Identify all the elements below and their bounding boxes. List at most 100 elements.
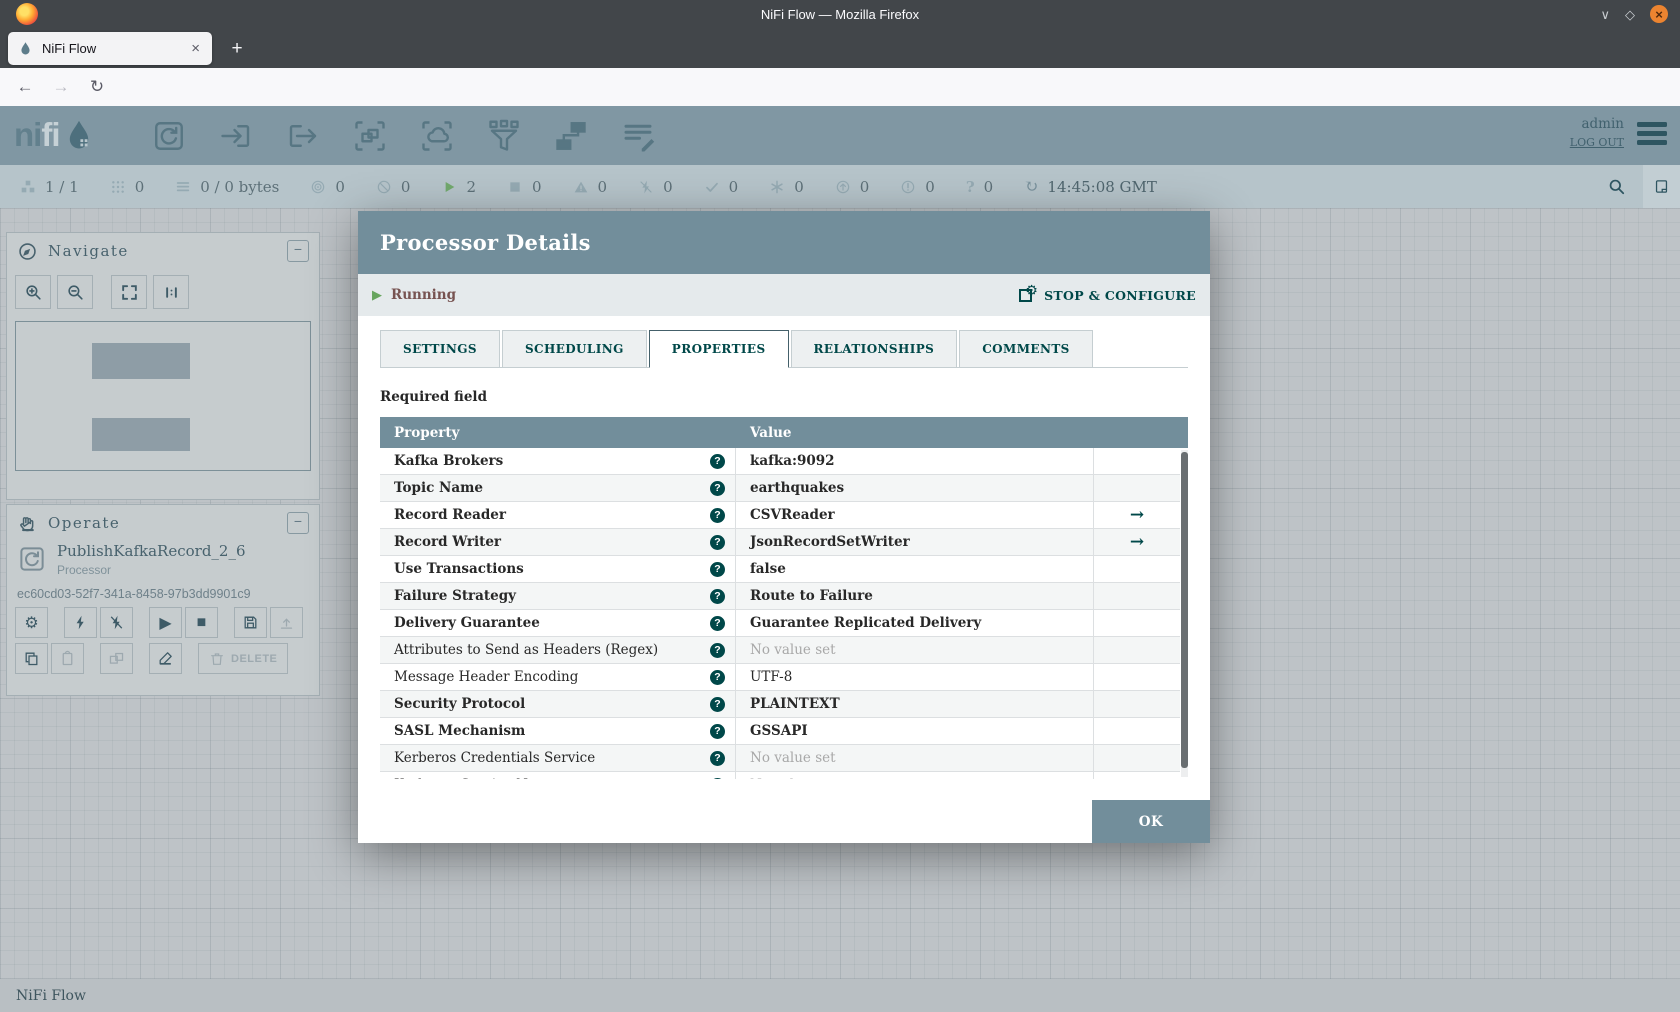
- scrollbar-thumb[interactable]: [1181, 452, 1188, 768]
- help-icon[interactable]: ?: [710, 507, 725, 523]
- tab-title: NiFi Flow: [42, 41, 97, 56]
- property-name: Record Writer: [394, 534, 502, 550]
- help-icon[interactable]: ?: [710, 642, 725, 658]
- drag-funnel-icon[interactable]: [485, 117, 523, 155]
- drag-input-port-icon[interactable]: [217, 117, 255, 155]
- property-name: Attributes to Send as Headers (Regex): [394, 642, 659, 658]
- running-icon: [441, 179, 457, 195]
- stop-configure-button[interactable]: STOP & CONFIGURE: [1019, 283, 1196, 303]
- table-scrollbar[interactable]: [1181, 450, 1188, 777]
- stopped-status: 0: [507, 178, 542, 196]
- nifi-favicon-icon: [18, 41, 33, 56]
- property-row: Kafka Brokers? kafka:9092: [380, 448, 1180, 475]
- settings-panel-button[interactable]: [1643, 165, 1680, 208]
- help-icon[interactable]: ?: [710, 588, 725, 604]
- disabled-status: 0: [638, 178, 673, 196]
- forward-button[interactable]: →: [48, 75, 74, 99]
- stale-icon: [835, 179, 851, 195]
- tab-settings[interactable]: SETTINGS: [380, 330, 500, 368]
- last-refresh: ↻ 14:45:08 GMT: [1024, 176, 1157, 197]
- property-value: No value set: [750, 642, 836, 658]
- tab-comments[interactable]: COMMENTS: [959, 330, 1093, 368]
- threads-icon: [110, 179, 126, 195]
- help-icon[interactable]: ?: [710, 561, 725, 577]
- processor-details-dialog: Processor Details ▶ Running STOP & CONFI…: [358, 211, 1210, 843]
- browser-tab-bar: NiFi Flow × +: [0, 28, 1680, 68]
- help-icon[interactable]: ?: [710, 669, 725, 685]
- property-value: CSVReader: [750, 507, 835, 523]
- property-row: Delivery Guarantee? Guarantee Replicated …: [380, 610, 1180, 637]
- nifi-header: ni fi admin LOG OUT: [0, 106, 1680, 165]
- tab-properties[interactable]: PROPERTIES: [648, 330, 789, 368]
- running-status-icon: ▶: [372, 287, 382, 302]
- back-button[interactable]: ←: [12, 75, 38, 99]
- property-value: JsonRecordSetWriter: [750, 534, 910, 550]
- drag-output-port-icon[interactable]: [284, 117, 322, 155]
- dialog-status-strip: ▶ Running STOP & CONFIGURE: [358, 274, 1210, 316]
- new-tab-button[interactable]: +: [224, 36, 250, 62]
- property-row: Kerberos Credentials Service? No value se…: [380, 745, 1180, 772]
- queued-icon: [175, 179, 191, 195]
- flow-canvas[interactable]: Navigate − Operate − PublishKafkaRecord_…: [0, 208, 1680, 1012]
- invalid-icon: [573, 179, 589, 195]
- tab-close-icon[interactable]: ×: [189, 40, 202, 57]
- global-menu-button[interactable]: [1637, 122, 1667, 145]
- help-icon[interactable]: ?: [710, 696, 725, 712]
- property-row: Security Protocol? PLAINTEXT: [380, 691, 1180, 718]
- window-close-button[interactable]: ×: [1650, 5, 1668, 23]
- property-row: Record Reader? CSVReader →: [380, 502, 1180, 529]
- help-icon[interactable]: ?: [710, 615, 725, 631]
- window-minimize-button[interactable]: ∨: [1600, 8, 1610, 21]
- property-value: Route to Failure: [750, 588, 873, 604]
- goto-service-icon[interactable]: →: [1130, 505, 1144, 525]
- window-titlebar: NiFi Flow — Mozilla Firefox ∨ ◇ ×: [0, 0, 1680, 28]
- browser-navbar: ← → ↻ https://172.18.0.3:32558/nifi/?pro…: [0, 68, 1680, 168]
- goto-service-icon[interactable]: →: [1130, 532, 1144, 552]
- transmitting-icon: [310, 179, 326, 195]
- property-value: kafka:9092: [750, 453, 835, 469]
- ok-button[interactable]: OK: [1092, 800, 1210, 843]
- reload-button[interactable]: ↻: [84, 75, 110, 99]
- help-icon[interactable]: ?: [710, 480, 725, 496]
- drag-label-icon[interactable]: [619, 117, 657, 155]
- drag-template-icon[interactable]: [552, 117, 590, 155]
- property-row: Use Transactions? false: [380, 556, 1180, 583]
- cluster-icon: [20, 179, 36, 195]
- threads-status: 0: [110, 178, 144, 196]
- help-icon[interactable]: ?: [710, 453, 725, 469]
- property-value: No value set: [750, 777, 836, 779]
- drag-process-group-icon[interactable]: [351, 117, 389, 155]
- window-title: NiFi Flow — Mozilla Firefox: [760, 6, 920, 22]
- sync-failure-status: ? 0: [965, 177, 994, 196]
- properties-table: Property Value Kafka Brokers? kafka:9092 T…: [380, 417, 1188, 779]
- property-row: Failure Strategy? Route to Failure: [380, 583, 1180, 610]
- help-icon[interactable]: ?: [710, 723, 725, 739]
- property-value: No value set: [750, 750, 836, 766]
- queued-status: 0 / 0 bytes: [175, 178, 279, 196]
- property-name: Use Transactions: [394, 561, 524, 577]
- window-maximize-button[interactable]: ◇: [1625, 8, 1635, 21]
- property-name: Record Reader: [394, 507, 506, 523]
- tab-scheduling[interactable]: SCHEDULING: [501, 330, 647, 368]
- up-to-date-icon: [704, 179, 720, 195]
- property-value: Guarantee Replicated Delivery: [750, 615, 982, 631]
- tab-relationships[interactable]: RELATIONSHIPS: [790, 330, 958, 368]
- property-row: Topic Name? earthquakes: [380, 475, 1180, 502]
- column-property: Property: [394, 424, 460, 441]
- locally-modified-status: 0: [769, 178, 804, 196]
- refresh-icon[interactable]: ↻: [1024, 177, 1038, 197]
- property-row: Attributes to Send as Headers (Regex)? No…: [380, 637, 1180, 664]
- browser-tab[interactable]: NiFi Flow ×: [8, 32, 212, 65]
- property-row: SASL Mechanism? GSSAPI: [380, 718, 1180, 745]
- stopped-icon: [507, 179, 523, 195]
- logout-link[interactable]: LOG OUT: [1570, 136, 1624, 149]
- search-icon[interactable]: [1607, 177, 1626, 196]
- stale-status: 0: [835, 178, 869, 196]
- help-icon[interactable]: ?: [710, 534, 725, 550]
- property-value: GSSAPI: [750, 723, 808, 739]
- not-transmitting-status: 0: [376, 178, 410, 196]
- drag-processor-icon[interactable]: [150, 117, 188, 155]
- help-icon[interactable]: ?: [710, 777, 725, 779]
- drag-remote-process-group-icon[interactable]: [418, 117, 456, 155]
- help-icon[interactable]: ?: [710, 750, 725, 766]
